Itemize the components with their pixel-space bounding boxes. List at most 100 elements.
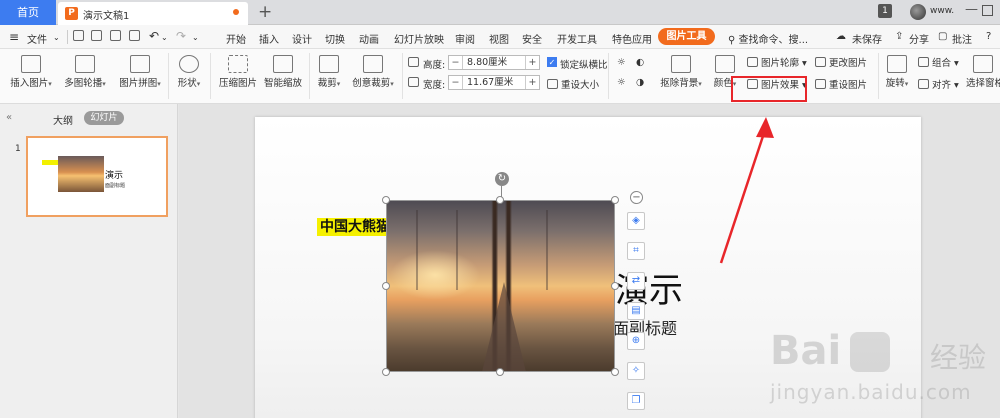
highlight-picture-effect: [731, 76, 807, 102]
width-decrease-button[interactable]: −: [449, 76, 463, 89]
slide-subtitle[interactable]: 面副标题: [613, 315, 677, 339]
slide-main-text[interactable]: 演示: [615, 263, 683, 312]
chevron-down-icon[interactable]: ⌄: [53, 33, 60, 42]
unsaved-status[interactable]: 未保存: [852, 31, 882, 46]
resize-handle-bottom-right[interactable]: [611, 368, 619, 376]
resize-handle-top-right[interactable]: [611, 196, 619, 204]
unsaved-dot-icon[interactable]: [233, 9, 239, 15]
reset-picture-button[interactable]: 重设图片: [815, 77, 867, 91]
window-count-badge[interactable]: 1: [878, 4, 892, 18]
brightness-up-icon[interactable]: ☼: [617, 57, 626, 68]
user-name[interactable]: www.: [930, 6, 954, 16]
width-field[interactable]: − 11.67厘米 +: [448, 75, 540, 90]
insert-picture-button[interactable]: 插入图片▾: [8, 52, 54, 89]
tab-insert[interactable]: 插入: [259, 31, 279, 46]
tab-review[interactable]: 审阅: [455, 31, 475, 46]
presentation-icon: P: [65, 7, 78, 20]
tab-view[interactable]: 视图: [489, 31, 509, 46]
share-button[interactable]: 分享: [909, 31, 929, 46]
tab-home-ribbon[interactable]: 开始: [226, 31, 246, 46]
copy-icon[interactable]: ❐: [627, 392, 645, 410]
remove-background-button[interactable]: 抠除背景▾: [657, 52, 705, 89]
width-increase-button[interactable]: +: [525, 76, 539, 89]
print-preview-icon[interactable]: [129, 30, 140, 41]
multi-carousel-button[interactable]: 多图轮播▾: [60, 52, 110, 89]
redo-icon[interactable]: ↷: [176, 29, 186, 43]
watermark-url: jingyan.baidu.com: [770, 380, 972, 404]
crop-label: 裁剪: [317, 78, 337, 89]
collapse-float-toolbar-icon[interactable]: −: [630, 191, 643, 204]
smart-zoom-button[interactable]: 智能缩放: [263, 52, 303, 89]
rotate-button[interactable]: 旋转▾: [883, 52, 911, 89]
tab-security[interactable]: 安全: [522, 31, 542, 46]
maximize-icon[interactable]: [982, 5, 993, 16]
selection-pane-button[interactable]: 选择窗格: [966, 52, 1000, 89]
reset-size-button[interactable]: 重设大小: [547, 77, 599, 91]
picture-split-icon[interactable]: ▤: [627, 302, 645, 320]
more-icon[interactable]: ⌄: [192, 33, 199, 42]
change-picture-button[interactable]: 更改图片: [815, 55, 867, 69]
resize-handle-left[interactable]: [382, 282, 390, 290]
tab-features[interactable]: 特色应用: [612, 31, 652, 46]
new-tab-button[interactable]: +: [258, 1, 272, 23]
search-input[interactable]: ⚲ 查找命令、搜...: [728, 31, 808, 46]
contrast-down-icon[interactable]: ◑: [636, 77, 644, 88]
tab-animation[interactable]: 动画: [359, 31, 379, 46]
compress-picture-button[interactable]: 压缩图片: [217, 52, 259, 89]
width-value[interactable]: 11.67厘米: [467, 76, 513, 89]
group-label: 组合: [932, 58, 952, 69]
tab-picture-tools[interactable]: 图片工具: [658, 28, 715, 45]
slide-title[interactable]: 中国大熊猫: [317, 218, 393, 236]
resize-handle-bottom[interactable]: [496, 368, 504, 376]
tab-slides[interactable]: 幻灯片: [84, 111, 124, 125]
avatar[interactable]: [910, 4, 926, 20]
lock-ratio-checkbox[interactable]: ✓: [547, 57, 557, 67]
align-button[interactable]: 对齐 ▾: [918, 77, 959, 91]
save-icon[interactable]: [73, 30, 84, 41]
height-field[interactable]: − 8.80厘米 +: [448, 55, 540, 70]
share-icon[interactable]: ⇪: [895, 31, 903, 42]
menu-file[interactable]: 文件: [27, 31, 47, 46]
tab-transition[interactable]: 切换: [325, 31, 345, 46]
slide-thumbnail[interactable]: 演示 面副标题: [26, 136, 168, 217]
zoom-in-icon[interactable]: ⊕: [627, 332, 645, 350]
tab-document[interactable]: P 演示文稿1: [58, 2, 248, 25]
hamburger-icon[interactable]: ≡: [9, 30, 19, 44]
layers-icon[interactable]: ◈: [627, 212, 645, 230]
print-icon[interactable]: [110, 30, 121, 41]
crop-button[interactable]: 裁剪▾: [315, 52, 343, 89]
contrast-up-icon[interactable]: ◐: [636, 57, 644, 68]
shape-button[interactable]: 形状▾: [174, 52, 204, 89]
tab-developer[interactable]: 开发工具: [557, 31, 597, 46]
undo-icon[interactable]: ↶: [149, 29, 159, 43]
resize-handle-top[interactable]: [496, 196, 504, 204]
tab-slideshow[interactable]: 幻灯片放映: [394, 31, 444, 46]
export-pdf-icon[interactable]: [91, 30, 102, 41]
minimize-icon[interactable]: —: [965, 2, 978, 17]
group-button[interactable]: 组合 ▾: [918, 55, 959, 69]
picture-collage-button[interactable]: 图片拼图▾: [116, 52, 164, 89]
help-button[interactable]: ?: [986, 31, 991, 42]
height-increase-button[interactable]: +: [525, 56, 539, 69]
resize-handle-bottom-left[interactable]: [382, 368, 390, 376]
brightness-down-icon[interactable]: ☼: [617, 77, 626, 88]
float-crop-icon[interactable]: ⌗: [627, 242, 645, 260]
creative-crop-button[interactable]: 创意裁剪▾: [350, 52, 396, 89]
comment-button[interactable]: 批注: [952, 31, 972, 46]
collapse-panel-icon[interactable]: «: [6, 112, 12, 123]
height-icon: [408, 57, 422, 69]
tab-home[interactable]: 首页: [0, 0, 56, 25]
tab-design[interactable]: 设计: [292, 31, 312, 46]
undo-dropdown-icon[interactable]: ⌄: [161, 33, 168, 42]
height-decrease-button[interactable]: −: [449, 56, 463, 69]
picture-outline-button[interactable]: 图片轮廓 ▾: [747, 55, 807, 69]
rotate-handle-icon[interactable]: ↻: [495, 172, 509, 186]
comment-icon[interactable]: ▢: [938, 31, 947, 42]
resize-handle-right[interactable]: [611, 282, 619, 290]
cloud-icon[interactable]: ☁: [836, 31, 846, 42]
tab-outline[interactable]: 大纲: [53, 112, 73, 127]
resize-handle-top-left[interactable]: [382, 196, 390, 204]
replace-picture-icon[interactable]: ⇄: [627, 272, 645, 290]
picture-effect-float-icon[interactable]: ✧: [627, 362, 645, 380]
height-value[interactable]: 8.80厘米: [467, 56, 507, 69]
